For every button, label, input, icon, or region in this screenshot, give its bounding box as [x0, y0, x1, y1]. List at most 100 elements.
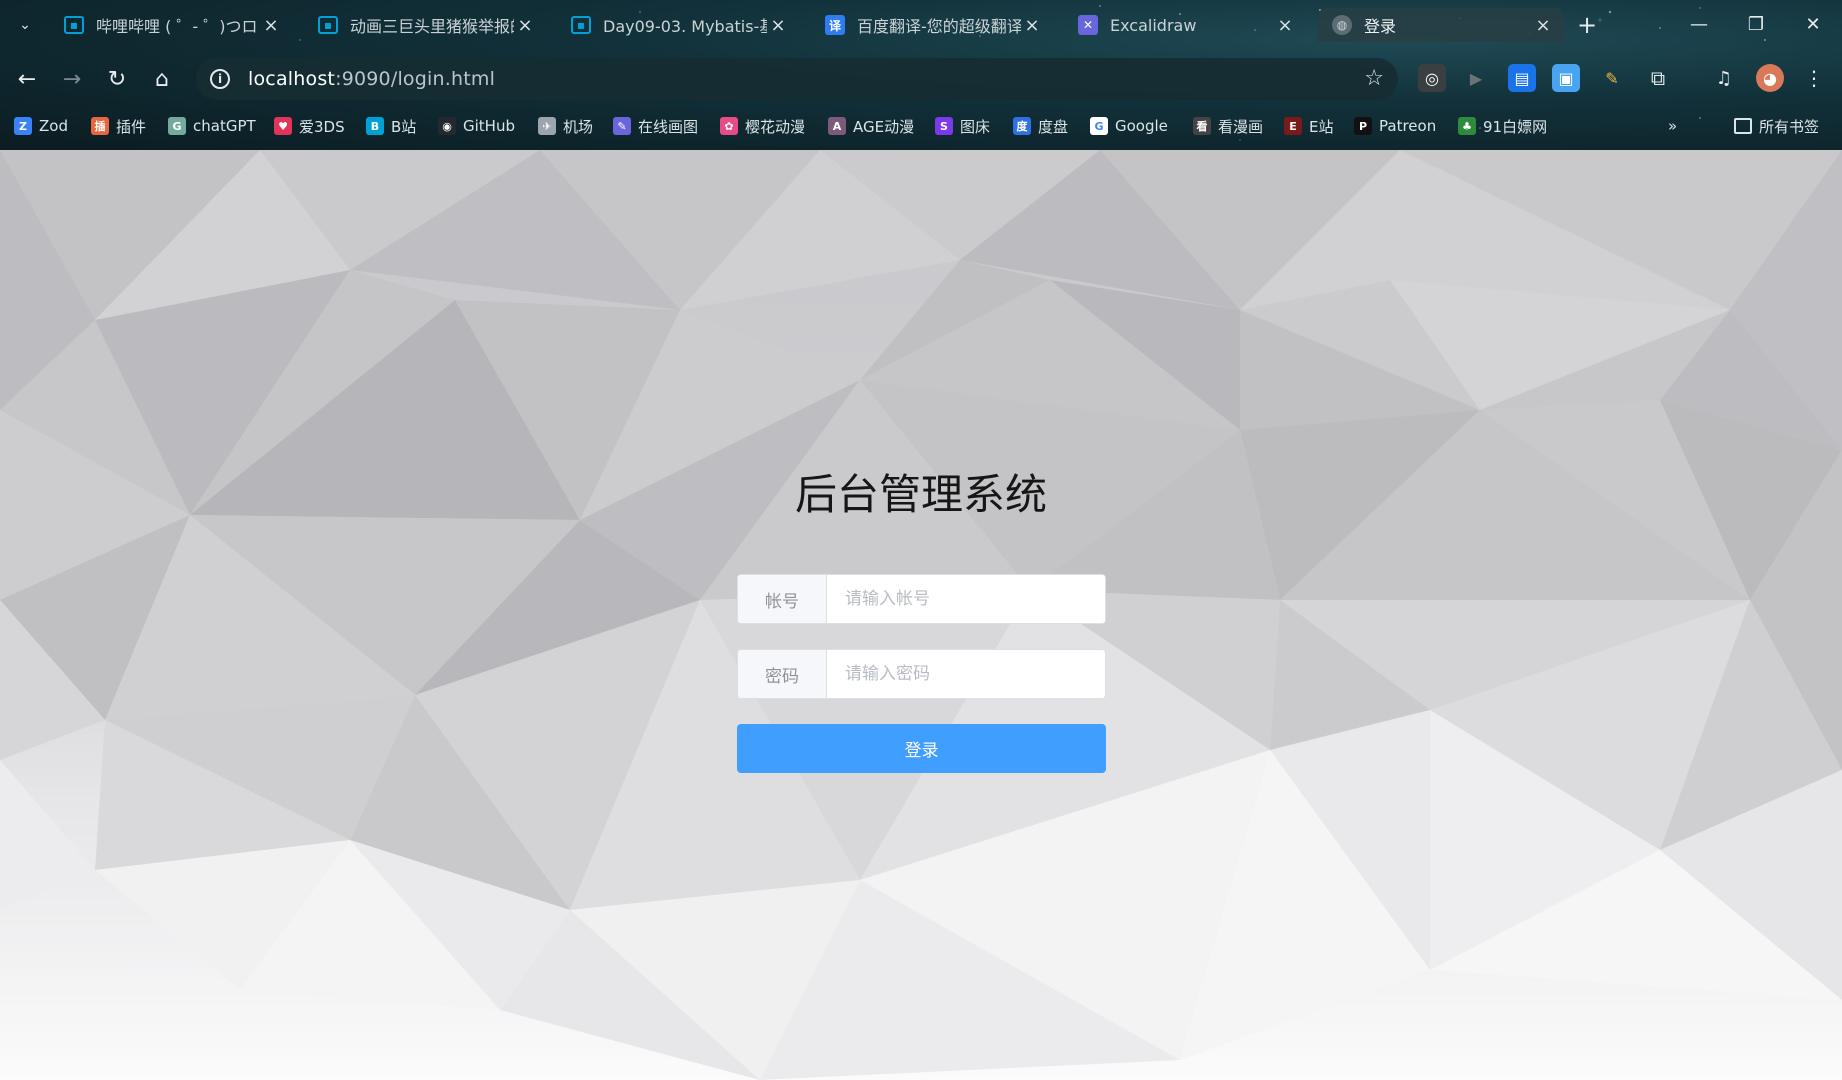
browser-chrome: ⌄ ▪ 哔哩哔哩 ( ゜- ゜)つロ 干 × ▪ 动画三巨头里猪猴举报的 × ▪… [0, 0, 1842, 150]
tab-title: 百度翻译-您的超级翻译 [857, 17, 1021, 36]
username-input[interactable] [827, 575, 1105, 623]
bookmark-item[interactable]: ✈ 机场 [538, 114, 593, 138]
url-path: :9090/login.html [335, 68, 496, 90]
bookmark-favicon-icon: G [1090, 117, 1108, 135]
close-icon[interactable]: × [514, 14, 536, 36]
bilibili-icon: ▪ [64, 16, 84, 34]
tab-title: Excalidraw [1110, 15, 1197, 35]
bookmark-label: Google [1115, 117, 1168, 135]
bookmark-favicon-icon: P [1354, 117, 1372, 135]
tab-bilibili-home[interactable]: ▪ 哔哩哔哩 ( ゜- ゜)つロ 干 × [50, 8, 292, 42]
bookmark-item[interactable]: S 图床 [935, 114, 990, 138]
bookmark-item[interactable]: ♣ 91白嫖网 [1458, 114, 1547, 138]
bookmark-item[interactable]: P Patreon [1354, 114, 1436, 138]
bookmark-label: 看漫画 [1218, 117, 1264, 136]
bookmark-favicon-icon: 看 [1193, 117, 1211, 135]
address-bar[interactable]: i localhost:9090/login.html ☆ [196, 58, 1398, 100]
tab-baidu-translate[interactable]: 译 百度翻译-您的超级翻译 × [811, 8, 1053, 42]
home-button[interactable]: ⌂ [145, 62, 179, 96]
bookmark-label: AGE动漫 [853, 117, 915, 136]
bookmark-label: 机场 [563, 117, 594, 136]
restore-button[interactable]: ❐ [1733, 10, 1779, 38]
excalidraw-icon: ✕ [1078, 15, 1098, 35]
bookmark-favicon-icon: G [168, 117, 186, 135]
close-window-button[interactable]: ✕ [1790, 10, 1836, 38]
tab-strip: ⌄ ▪ 哔哩哔哩 ( ゜- ゜)つロ 干 × ▪ 动画三巨头里猪猴举报的 × ▪… [0, 0, 1842, 48]
bookmark-favicon-icon: ◉ [438, 117, 456, 135]
bookmark-label: Zod [39, 117, 68, 135]
bookmark-item[interactable]: ◉ GitHub [438, 114, 515, 138]
bookmark-label: 樱花动漫 [745, 117, 806, 136]
bookmark-item[interactable]: ♥ 爱3DS [274, 114, 345, 138]
bookmark-favicon-icon: A [828, 117, 846, 135]
bookmark-star-icon[interactable]: ☆ [1364, 66, 1384, 91]
play-extension-icon[interactable]: ▶ [1462, 64, 1490, 92]
tab-bilibili-video[interactable]: ▪ 动画三巨头里猪猴举报的 × [304, 8, 546, 42]
bookmark-item[interactable]: B B站 [366, 114, 416, 138]
bookmark-item[interactable]: 看看漫画 [1193, 114, 1263, 138]
tab-title: 哔哩哔哩 ( ゜- ゜)つロ 干 [96, 17, 260, 36]
bookmark-favicon-icon: 度 [1013, 117, 1031, 135]
bookmark-favicon-icon: ♥ [274, 117, 292, 135]
bookmark-item[interactable]: Z Zod [14, 114, 68, 138]
password-field: 密码 [737, 649, 1106, 699]
document-extension-icon[interactable]: ▤ [1508, 64, 1536, 92]
reload-button[interactable]: ↻ [100, 62, 134, 96]
bookmark-label: 插件 [116, 117, 147, 136]
tab-search-chevron-icon[interactable]: ⌄ [10, 12, 40, 38]
bookmark-item[interactable]: 插插件 [91, 114, 146, 138]
bookmark-label: 图床 [960, 117, 991, 136]
back-button[interactable]: ← [10, 62, 44, 96]
tab-excalidraw[interactable]: ✕ Excalidraw × [1064, 8, 1306, 42]
password-input[interactable] [827, 650, 1105, 698]
globe-icon: ◍ [1332, 15, 1352, 35]
image-extension-icon[interactable]: ▣ [1552, 64, 1580, 92]
browser-menu-icon[interactable]: ⋮ [1800, 64, 1828, 92]
pen-extension-icon[interactable]: ✎ [1598, 64, 1626, 92]
bookmark-item[interactable]: 度度盘 [1013, 114, 1068, 138]
close-icon[interactable]: × [1532, 14, 1554, 36]
close-icon[interactable]: × [260, 14, 282, 36]
page-viewport: 后台管理系统 帐号 密码 登录 [0, 150, 1842, 1080]
bookmark-favicon-icon: Z [14, 117, 32, 135]
page-title: 后台管理系统 [794, 470, 1047, 519]
bookmark-favicon-icon: ✎ [613, 117, 631, 135]
bookmarks-overflow-icon[interactable]: » [1668, 114, 1677, 138]
bookmark-item[interactable]: ✿ 樱花动漫 [720, 114, 805, 138]
bookmark-favicon-icon: S [935, 117, 953, 135]
url-text[interactable]: localhost:9090/login.html [248, 68, 495, 90]
tampermonkey-extension-icon[interactable]: ◎ [1418, 64, 1446, 92]
bookmark-item[interactable]: E E站 [1284, 114, 1333, 138]
all-bookmarks-label: 所有书签 [1759, 117, 1820, 136]
all-bookmarks-folder[interactable]: 所有书签 [1734, 114, 1819, 138]
bookmark-favicon-icon: B [366, 117, 384, 135]
minimize-button[interactable]: — [1676, 10, 1722, 38]
bookmark-item[interactable]: GchatGPT [168, 114, 256, 138]
password-label: 密码 [738, 650, 827, 698]
tab-bilibili-mybatis[interactable]: ▪ Day09-03. Mybatis-基 × [557, 8, 799, 42]
close-icon[interactable]: × [1021, 14, 1043, 36]
forward-button[interactable]: → [55, 62, 89, 96]
close-icon[interactable]: × [767, 14, 789, 36]
username-field: 帐号 [737, 574, 1106, 624]
bookmark-label: E站 [1309, 117, 1334, 136]
tab-login[interactable]: ◍ 登录 × [1318, 8, 1564, 42]
profile-avatar[interactable]: ◕ [1756, 64, 1784, 92]
bookmark-item[interactable]: ✎ 在线画图 [613, 114, 698, 138]
media-control-icon[interactable]: ♫ [1710, 64, 1738, 92]
extensions-puzzle-icon[interactable]: ⧉ [1644, 64, 1672, 92]
close-icon[interactable]: × [1274, 14, 1296, 36]
new-tab-button[interactable]: + [1572, 11, 1602, 39]
url-host: localhost [248, 68, 336, 90]
site-info-icon[interactable]: i [210, 69, 230, 89]
username-label: 帐号 [738, 575, 827, 623]
bookmark-favicon-icon: 插 [91, 117, 109, 135]
tab-title: 动画三巨头里猪猴举报的 [350, 17, 514, 36]
bookmark-item[interactable]: A AGE动漫 [828, 114, 914, 138]
browser-toolbar: ← → ↻ ⌂ i localhost:9090/login.html ☆ ◎ … [0, 52, 1842, 104]
login-button[interactable]: 登录 [737, 724, 1106, 773]
bookmark-item[interactable]: G Google [1090, 114, 1168, 138]
bookmark-label: Patreon [1379, 117, 1437, 135]
bookmark-favicon-icon: ✈ [538, 117, 556, 135]
bookmark-label: 91白嫖网 [1483, 117, 1548, 136]
